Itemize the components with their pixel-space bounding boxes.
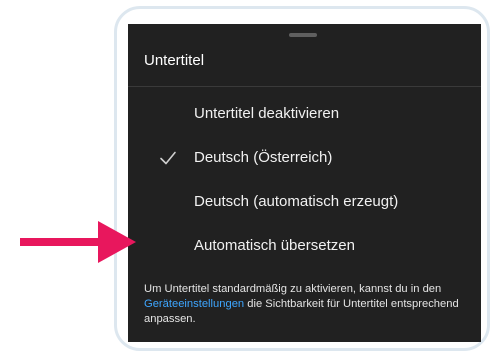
checkmark-icon <box>160 151 176 165</box>
sheet-title: Untertitel <box>144 52 205 69</box>
subtitles-bottom-sheet: Untertitel Untertitel deaktivieren Deuts… <box>128 24 481 342</box>
device-settings-link[interactable]: Geräteeinstellungen <box>144 298 244 310</box>
option-label: Deutsch (automatisch erzeugt) <box>194 193 399 210</box>
option-german-austria[interactable]: Deutsch (Österreich) <box>128 138 481 178</box>
option-label: Automatisch übersetzen <box>194 237 355 254</box>
option-subtitles-off[interactable]: Untertitel deaktivieren <box>128 94 481 134</box>
footer-note: Um Untertitel standardmäßig zu aktiviere… <box>144 282 474 327</box>
screenshot-stage: Untertitel Untertitel deaktivieren Deuts… <box>0 0 493 356</box>
title-divider <box>128 86 481 87</box>
drag-handle[interactable] <box>289 33 317 37</box>
option-label: Untertitel deaktivieren <box>194 105 340 122</box>
option-label: Deutsch (Österreich) <box>194 149 333 166</box>
footer-text-before-link: Um Untertitel standardmäßig zu aktiviere… <box>144 283 442 295</box>
option-auto-translate[interactable]: Automatisch übersetzen <box>128 226 481 266</box>
option-german-auto-generated[interactable]: Deutsch (automatisch erzeugt) <box>128 182 481 222</box>
